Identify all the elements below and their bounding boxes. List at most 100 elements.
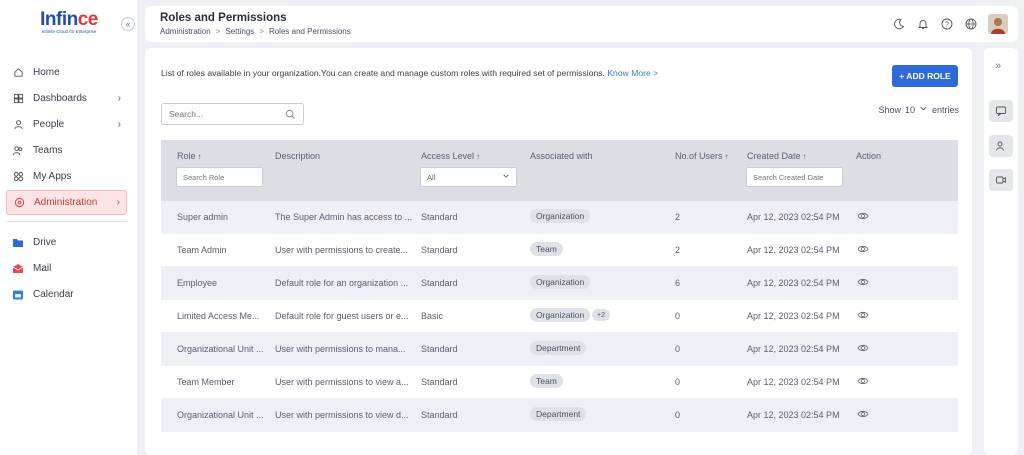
user-avatar[interactable] bbox=[988, 14, 1008, 34]
view-eye-icon[interactable] bbox=[857, 211, 869, 224]
table-row[interactable]: Team Member User with permissions to view… bbox=[161, 366, 958, 399]
right-rail: » bbox=[984, 48, 1018, 455]
cell-users: 0 bbox=[675, 344, 681, 354]
search-field[interactable] bbox=[161, 103, 304, 125]
page-size-select[interactable]: 10 bbox=[905, 105, 915, 115]
sidebar-item-label: Administration bbox=[34, 197, 98, 208]
cell-users: 2 bbox=[675, 212, 681, 222]
cell-access-level: Standard bbox=[421, 245, 458, 255]
associated-tag: Team bbox=[530, 242, 563, 256]
cell-access-level: Standard bbox=[421, 278, 458, 288]
cell-access-level: Basic bbox=[421, 311, 444, 321]
view-eye-icon[interactable] bbox=[857, 310, 869, 323]
know-more-link[interactable]: Know More > bbox=[607, 68, 658, 78]
table-row[interactable]: Limited Access Me... Default role for gue… bbox=[161, 300, 958, 333]
breadcrumb-item-administration[interactable]: Administration bbox=[160, 27, 211, 36]
sidebar-item-home[interactable]: Home bbox=[6, 60, 127, 85]
sidebar-app-drive[interactable]: Drive bbox=[6, 230, 127, 255]
view-eye-icon[interactable] bbox=[857, 244, 869, 257]
sidebar-item-label: Home bbox=[33, 67, 60, 78]
chat-icon bbox=[996, 106, 1006, 117]
sidebar-item-dashboards[interactable]: Dashboards › bbox=[6, 86, 127, 111]
role-filter-input[interactable] bbox=[183, 172, 262, 182]
sidebar-item-label: Calendar bbox=[33, 289, 74, 300]
sidebar-item-label: People bbox=[33, 119, 65, 130]
view-eye-icon[interactable] bbox=[857, 376, 869, 389]
brand-logo[interactable]: Infince Infinite Cloud for Enterprise bbox=[34, 10, 104, 34]
view-eye-icon[interactable] bbox=[857, 343, 869, 356]
column-header-users[interactable]: No.of Users ↑ bbox=[675, 151, 729, 161]
table-row[interactable]: Organizational Unit ... User with permiss… bbox=[161, 333, 958, 366]
roles-table: Role ↑ Description Access Level ↑ Associat… bbox=[161, 140, 958, 432]
entries-label: entries bbox=[931, 104, 959, 115]
add-role-button[interactable]: + ADD ROLE bbox=[892, 65, 958, 87]
access-level-filter[interactable]: All bbox=[420, 167, 517, 187]
roles-panel: List of roles available in your organiza… bbox=[145, 48, 972, 455]
sidebar-item-label: Dashboards bbox=[33, 93, 87, 104]
column-header-role[interactable]: Role ↑ bbox=[177, 151, 202, 161]
sidebar-item-administration[interactable]: Administration › bbox=[6, 190, 127, 215]
nav-divider bbox=[6, 221, 127, 222]
cell-description: User with permissions to view d... bbox=[275, 410, 409, 420]
cell-access-level: Standard bbox=[421, 377, 458, 387]
cell-created-date: Apr 12, 2023 02:54 PM bbox=[747, 344, 840, 354]
bell-icon[interactable] bbox=[916, 18, 929, 31]
sidebar-item-label: Drive bbox=[33, 237, 57, 248]
show-label: Show bbox=[878, 104, 901, 115]
sort-arrow-icon: ↑ bbox=[476, 152, 481, 161]
cell-role: Super admin bbox=[177, 212, 229, 222]
table-row[interactable]: Employee Default role for an organization… bbox=[161, 267, 958, 300]
header-actions: ? bbox=[892, 14, 1008, 34]
collapse-sidebar-button[interactable]: « bbox=[121, 17, 135, 31]
cell-access-level: Standard bbox=[421, 344, 458, 354]
cell-role: Organizational Unit ... bbox=[177, 344, 264, 354]
sidebar-item-teams[interactable]: Teams bbox=[6, 138, 127, 163]
table-header: Role ↑ Description Access Level ↑ Associat… bbox=[161, 140, 958, 201]
cell-role: Employee bbox=[177, 278, 218, 288]
cell-created-date: Apr 12, 2023 02:54 PM bbox=[747, 410, 840, 420]
search-icon[interactable] bbox=[285, 109, 296, 123]
sidebar-app-mail[interactable]: Mail bbox=[6, 256, 127, 281]
table-row[interactable]: Super admin The Super Admin has access to… bbox=[161, 201, 958, 234]
intro-text: List of roles available in your organiza… bbox=[161, 68, 659, 78]
column-header-created-date[interactable]: Created Date ↑ bbox=[747, 151, 807, 161]
associated-tag: Department bbox=[530, 341, 587, 355]
view-eye-icon[interactable] bbox=[857, 409, 869, 422]
sidebar-item-my-apps[interactable]: My Apps bbox=[6, 164, 127, 189]
more-associations-badge[interactable]: +2 bbox=[592, 309, 610, 321]
sidebar-item-label: My Apps bbox=[33, 171, 72, 182]
cell-users: 0 bbox=[675, 377, 681, 387]
view-eye-icon[interactable] bbox=[857, 277, 869, 290]
sidebar-nav: Home Dashboards › People › Teams My Apps… bbox=[6, 60, 127, 308]
page-size-control: Show 10 entries bbox=[878, 104, 959, 115]
meeting-rail-button[interactable] bbox=[989, 169, 1013, 191]
chat-rail-button[interactable] bbox=[989, 100, 1013, 122]
chevron-right-icon: › bbox=[116, 197, 120, 208]
cell-description: The Super Admin has access to ... bbox=[275, 212, 413, 222]
chevron-down-icon[interactable] bbox=[919, 104, 928, 115]
column-header-access-level[interactable]: Access Level ↑ bbox=[421, 151, 480, 161]
table-row[interactable]: Team Admin User with permissions to creat… bbox=[161, 234, 958, 267]
associated-tag: Team bbox=[530, 374, 563, 388]
globe-icon[interactable] bbox=[964, 18, 977, 31]
apps-icon bbox=[12, 171, 24, 183]
help-icon[interactable]: ? bbox=[940, 18, 953, 31]
sidebar-item-people[interactable]: People › bbox=[6, 112, 127, 137]
page-title: Roles and Permissions bbox=[160, 12, 287, 24]
role-filter[interactable] bbox=[176, 167, 263, 187]
moon-icon[interactable] bbox=[892, 18, 905, 31]
cell-created-date: Apr 12, 2023 02:54 PM bbox=[747, 377, 840, 387]
table-row[interactable]: Organizational Unit ... User with permiss… bbox=[161, 399, 958, 432]
expand-rail-button[interactable]: » bbox=[995, 60, 1001, 72]
search-input[interactable] bbox=[169, 109, 277, 119]
contacts-rail-button[interactable] bbox=[989, 135, 1013, 157]
breadcrumb-item-settings[interactable]: Settings bbox=[225, 27, 254, 36]
video-icon bbox=[996, 176, 1006, 184]
sidebar-app-calendar[interactable]: Calendar bbox=[6, 282, 127, 307]
top-header: Roles and Permissions Administration > S… bbox=[145, 6, 1018, 42]
created-date-filter-input[interactable] bbox=[753, 172, 842, 182]
cell-created-date: Apr 12, 2023 02:54 PM bbox=[747, 245, 840, 255]
breadcrumb-separator: > bbox=[215, 27, 221, 36]
created-date-filter[interactable] bbox=[746, 167, 843, 187]
cell-access-level: Standard bbox=[421, 212, 458, 222]
